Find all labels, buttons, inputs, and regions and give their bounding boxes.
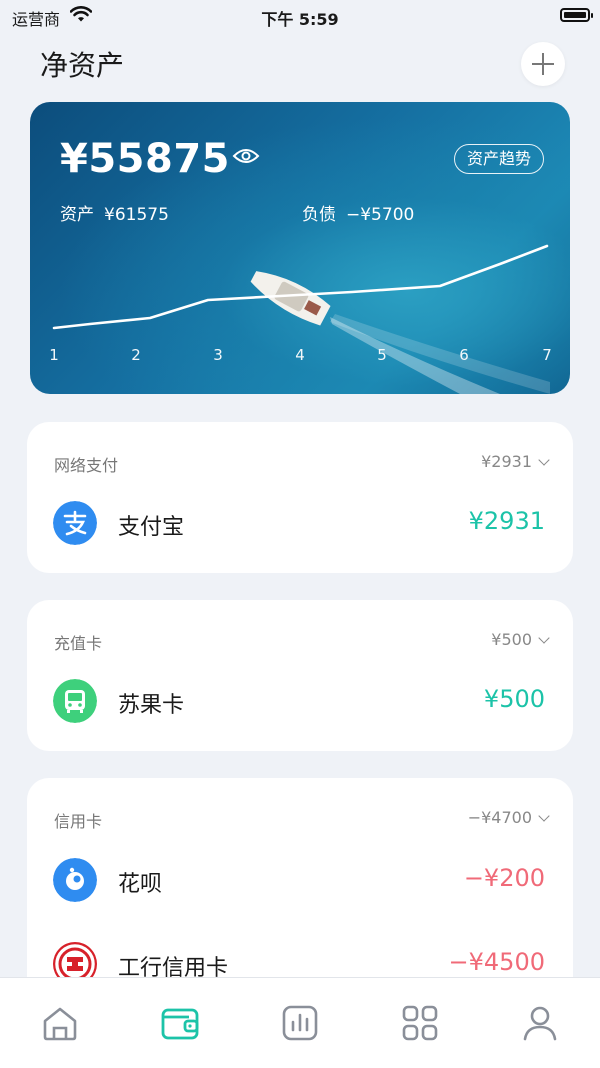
- account-name: 苏果卡: [118, 693, 185, 718]
- group-label: 信用卡: [54, 812, 103, 831]
- wallet-icon[interactable]: [157, 1000, 203, 1046]
- chart-x-label: 3: [213, 346, 223, 364]
- status-time: 下午 5:59: [261, 10, 339, 29]
- debt-summary: 负债 −¥5700: [302, 200, 414, 225]
- page-title: 净资产: [40, 49, 125, 82]
- chart-x-label: 1: [49, 346, 59, 364]
- debt-value: −¥5700: [346, 205, 415, 225]
- group-total-toggle[interactable]: −¥4700: [467, 808, 550, 827]
- group-total-toggle[interactable]: ¥500: [491, 630, 550, 649]
- assets-value: ¥61575: [104, 205, 169, 225]
- huabei-icon: [53, 858, 97, 902]
- tab-bar: [0, 977, 600, 1068]
- chart-x-label: 7: [542, 346, 552, 364]
- group-label: 网络支付: [54, 456, 119, 475]
- group-total-toggle[interactable]: ¥2931: [481, 452, 550, 471]
- group-prepaid-card: 充值卡 ¥500 苏果卡 ¥500: [27, 600, 573, 751]
- account-amount: −¥4500: [448, 948, 545, 976]
- grid-icon[interactable]: [397, 1000, 443, 1046]
- account-row-alipay[interactable]: 支付宝 ¥2931: [27, 493, 573, 553]
- net-worth-value: ¥55875: [60, 136, 230, 182]
- account-amount: ¥500: [483, 685, 545, 713]
- eye-icon[interactable]: [232, 146, 260, 166]
- account-row-suguo[interactable]: 苏果卡 ¥500: [27, 671, 573, 731]
- group-online-payment: 网络支付 ¥2931 支付宝 ¥2931: [27, 422, 573, 573]
- chart-x-label: 4: [295, 346, 305, 364]
- chevron-down-icon: [538, 632, 550, 644]
- asset-trend-button[interactable]: 资产趋势: [453, 144, 544, 174]
- battery-icon: [560, 8, 593, 22]
- account-amount: ¥2931: [468, 507, 545, 535]
- chevron-down-icon: [538, 454, 550, 466]
- chevron-down-icon: [538, 810, 550, 822]
- status-bar: 运营商 下午 5:59: [0, 0, 600, 34]
- group-total: ¥2931: [481, 452, 532, 471]
- chart-x-label: 2: [131, 346, 141, 364]
- alipay-icon: [53, 501, 97, 545]
- account-amount: −¥200: [463, 864, 545, 892]
- account-name: 花呗: [118, 872, 163, 897]
- assets-summary: 资产 ¥61575: [60, 200, 169, 225]
- assets-label: 资产: [60, 205, 94, 225]
- bus-card-icon: [53, 679, 97, 723]
- chart-x-label: 5: [377, 346, 387, 364]
- account-name: 支付宝: [118, 515, 185, 540]
- group-total: −¥4700: [467, 808, 532, 827]
- net-worth-card: ¥55875 资产趋势 资产 ¥61575 负债 −¥5700 1 2 3 4 5 …: [30, 102, 570, 394]
- user-icon[interactable]: [517, 1000, 563, 1046]
- account-row-huabei[interactable]: 花呗 −¥200: [27, 850, 573, 910]
- chart-x-label: 6: [459, 346, 469, 364]
- debt-label: 负债: [302, 205, 336, 225]
- group-total: ¥500: [491, 630, 532, 649]
- add-button[interactable]: [521, 42, 565, 86]
- bar-chart-icon[interactable]: [277, 1000, 323, 1046]
- group-label: 充值卡: [54, 634, 103, 653]
- home-icon[interactable]: [37, 1000, 83, 1046]
